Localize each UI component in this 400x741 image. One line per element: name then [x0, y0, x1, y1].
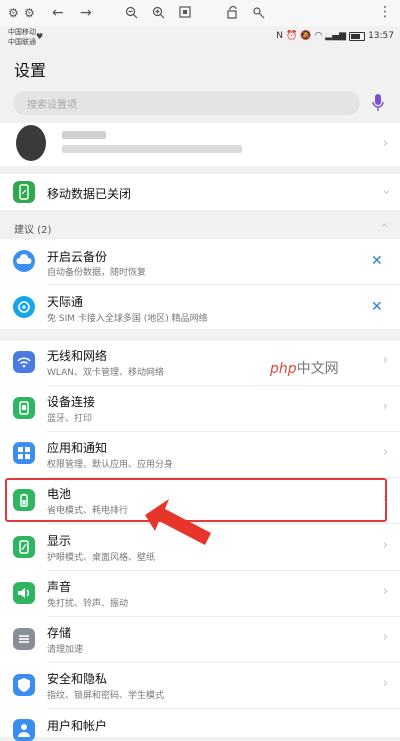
account-id-blurred	[62, 145, 242, 153]
settings-item-subtitle: WLAN、双卡管理、移动网络	[47, 368, 165, 378]
divider	[47, 570, 400, 571]
signal-icon: ▂▄▆	[325, 31, 347, 41]
suggestion-subtitle: 免 SIM 卡接入全球多国 (地区) 精品网络	[47, 314, 208, 324]
divider	[47, 616, 400, 617]
mute-icon: 🔕	[300, 31, 312, 41]
mobile-data-icon	[13, 181, 35, 203]
carrier-2: 中国联通	[8, 38, 36, 46]
storage-icon	[13, 628, 35, 650]
chevron-right-icon: ›	[382, 676, 388, 691]
zoom-out-icon[interactable]	[125, 6, 138, 19]
chevron-right-icon: ›	[382, 353, 388, 368]
chevron-right-icon: ›	[382, 538, 388, 553]
mobile-data-title: 移动数据已关闭	[47, 187, 132, 201]
mobile-data-row[interactable]: 移动数据已关闭 ›	[0, 174, 400, 210]
chevron-right-icon: ›	[382, 399, 388, 414]
browser-toolbar: ⚙ ⚙ ← → ⋮	[0, 0, 400, 26]
clock: 13:57	[368, 31, 394, 41]
close-icon[interactable]: ✕	[371, 254, 383, 268]
wifi-icon: ◠	[314, 31, 323, 41]
suggestion-title: 天际通	[47, 295, 84, 309]
settings-item-title: 用户和帐户	[47, 719, 108, 733]
battery-icon	[349, 31, 366, 41]
nfc-icon: N	[276, 31, 283, 41]
page-title: 设置	[14, 61, 47, 80]
zoom-in-icon[interactable]	[152, 6, 165, 19]
settings-item-subtitle: 权限管理、默认应用、应用分身	[47, 460, 174, 470]
back-arrow-icon[interactable]: ←	[52, 4, 64, 22]
chevron-up-icon[interactable]: ›	[377, 222, 392, 227]
suggestions-label: 建议 (2)	[14, 225, 52, 236]
chevron-right-icon: ›	[382, 136, 388, 151]
settings-item-subtitle: 清理加速	[47, 645, 84, 655]
settings-icon[interactable]: ⚙	[8, 4, 19, 22]
alarm-icon: ⏰	[286, 31, 298, 41]
chevron-right-icon: ›	[382, 584, 388, 599]
search-input[interactable]: 搜索设置项	[13, 91, 360, 115]
divider	[47, 523, 400, 524]
carrier-1: 中国移动	[8, 28, 36, 36]
device-connection-icon	[13, 397, 35, 419]
display-icon	[13, 536, 35, 558]
fit-screen-icon[interactable]	[179, 6, 191, 18]
settings-item-title: 设备连接	[47, 395, 96, 409]
watermark: php中文网	[270, 358, 339, 378]
forward-arrow-icon[interactable]: →	[80, 4, 92, 22]
apps-grid-icon	[13, 442, 35, 464]
rotate-icon[interactable]	[226, 6, 239, 19]
cloud-backup-icon	[13, 250, 35, 272]
carrier-info: 中国移动 中国联通	[8, 27, 36, 47]
divider	[47, 708, 400, 709]
suggestions-card: 开启云备份 自动备份数据，随时恢复 ✕ 天际通 免 SIM 卡接入全球多国 (地…	[0, 239, 400, 329]
speaker-icon	[13, 582, 35, 604]
settings-item-title: 声音	[47, 580, 72, 594]
skytone-icon	[13, 296, 35, 318]
avatar	[16, 125, 46, 161]
wifi-icon	[13, 351, 35, 373]
suggestion-title: 开启云备份	[47, 250, 108, 264]
settings-item-title: 应用和通知	[47, 441, 108, 455]
magic-wand-icon[interactable]	[252, 6, 265, 19]
user-icon	[13, 719, 35, 741]
status-bar: 中国移动 中国联通 ♥ N ⏰ 🔕 ◠ ▂▄▆ 13:57	[0, 26, 400, 52]
microphone-icon[interactable]	[371, 93, 385, 113]
search-placeholder: 搜索设置项	[27, 100, 77, 111]
close-icon[interactable]: ✕	[371, 300, 383, 314]
chevron-right-icon: ›	[382, 630, 388, 645]
settings-item-subtitle: 指纹、锁屏和密码、学生模式	[47, 691, 165, 701]
heart-icon: ♥	[36, 32, 44, 41]
status-icons: N ⏰ 🔕 ◠ ▂▄▆ 13:57	[276, 31, 394, 41]
settings-item-title: 安全和隐私	[47, 672, 108, 686]
chevron-right-icon: ›	[382, 445, 388, 460]
settings-item-title: 无线和网络	[47, 349, 108, 363]
divider	[47, 284, 400, 285]
settings-item-subtitle: 护眼模式、桌面风格、壁纸	[47, 553, 156, 563]
settings-item-subtitle: 免打扰、铃声、振动	[47, 599, 129, 609]
suggestion-subtitle: 自动备份数据，随时恢复	[47, 268, 147, 278]
battery-fill	[351, 33, 361, 39]
account-name-blurred	[62, 131, 106, 139]
watermark-text: 中文网	[296, 361, 339, 377]
more-icon[interactable]: ⋮	[378, 4, 392, 20]
divider	[47, 431, 400, 432]
divider	[47, 662, 400, 663]
settings-item-subtitle: 蓝牙、打印	[47, 414, 93, 424]
account-card[interactable]: ›	[0, 123, 400, 166]
settings-item-title: 显示	[47, 534, 72, 548]
settings-item-title: 存储	[47, 626, 72, 640]
divider	[47, 385, 400, 386]
shield-icon	[13, 674, 35, 696]
pointer-arrow-icon	[145, 499, 211, 545]
chevron-down-icon[interactable]: ›	[378, 189, 393, 194]
gear-icon[interactable]: ⚙	[24, 4, 35, 22]
watermark-brand: php	[270, 361, 297, 377]
